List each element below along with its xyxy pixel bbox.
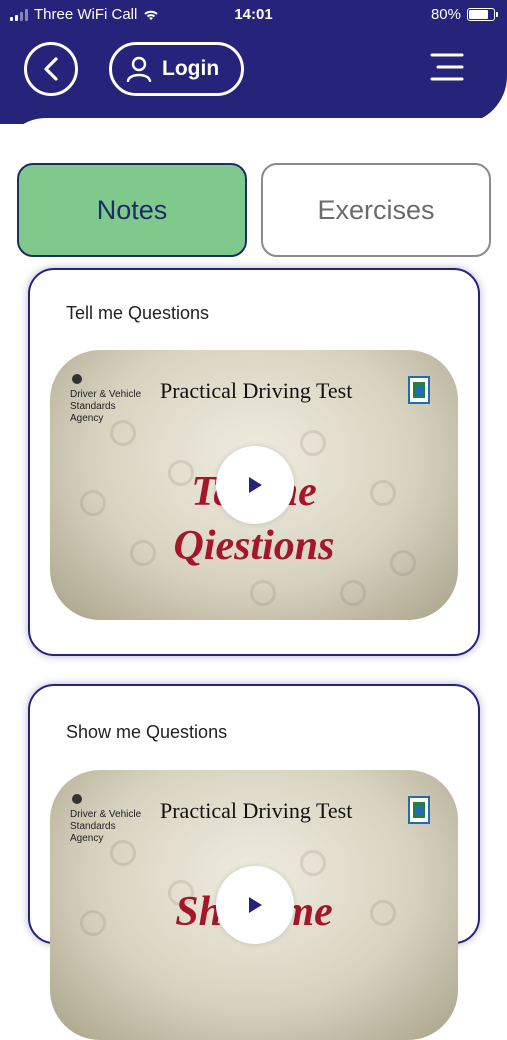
dvsa-logo: Driver & Vehicle Standards Agency — [70, 792, 141, 845]
battery-percent: 80% — [430, 6, 461, 23]
login-button[interactable]: Login — [109, 42, 244, 96]
crest-icon — [72, 794, 82, 804]
agency-line: Driver & Vehicle — [70, 389, 142, 400]
dvsa-logo: Driver & Vehicle Standards Agency — [70, 372, 141, 425]
play-button[interactable] — [216, 866, 294, 944]
video-heading: Practical Driving Test — [160, 378, 353, 403]
battery-icon — [467, 8, 498, 21]
tab-notes[interactable]: Notes — [17, 163, 247, 257]
video-thumbnail[interactable]: Driver & Vehicle Standards Agency Practi… — [50, 350, 458, 620]
video-card-show-me: Show me Questions Driver & Vehicle Stand… — [28, 684, 480, 1040]
play-icon — [249, 477, 262, 493]
login-label: Login — [162, 57, 220, 80]
play-icon — [249, 897, 262, 913]
agency-line: Driver & Vehicle — [70, 809, 142, 820]
tab-notes-label: Notes — [96, 194, 168, 225]
tab-exercises-label: Exercises — [317, 194, 435, 225]
learner-logo-icon — [408, 376, 430, 404]
tab-exercises[interactable]: Exercises — [261, 163, 491, 257]
video-card-tell-me: Tell me Questions Driver & Vehicle Stand… — [28, 268, 480, 656]
agency-line: Standards — [70, 821, 116, 832]
card-title: Tell me Questions — [66, 303, 210, 323]
chevron-left-icon — [44, 57, 58, 81]
learner-logo-icon — [408, 796, 430, 824]
agency-line: Standards — [70, 401, 116, 412]
video-thumbnail[interactable]: Driver & Vehicle Standards Agency Practi… — [50, 770, 458, 1040]
battery-fill — [469, 10, 489, 19]
user-icon — [126, 56, 152, 82]
video-big-title-line2: Qiestions — [173, 523, 335, 569]
agency-line: Agency — [70, 413, 104, 424]
agency-line: Agency — [70, 833, 104, 844]
hamburger-menu-icon[interactable] — [428, 50, 466, 84]
status-bar: Three WiFi Call 14:01 80% — [0, 0, 507, 32]
video-heading: Practical Driving Test — [160, 798, 353, 823]
card-title: Show me Questions — [66, 722, 228, 742]
crest-icon — [72, 374, 82, 384]
back-button[interactable] — [24, 42, 78, 96]
play-button[interactable] — [216, 446, 294, 524]
